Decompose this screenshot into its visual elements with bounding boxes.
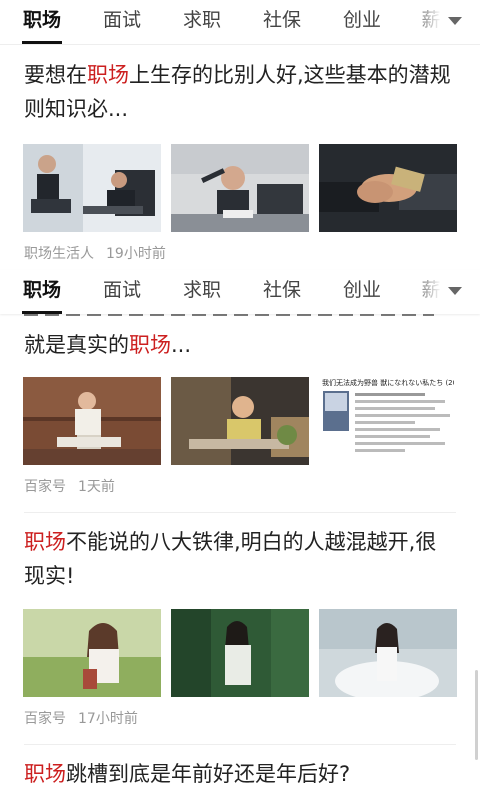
title-text: ... [171, 333, 192, 357]
title-highlight: 职场 [129, 333, 171, 357]
time-label: 1天前 [78, 479, 115, 495]
title-highlight: 职场 [87, 63, 129, 87]
drama-info-screenshot[interactable]: 我们无法成为野兽 獣になれない私たち (2018 [319, 377, 457, 465]
time-label: 19小时前 [106, 246, 166, 262]
tab-fade [410, 270, 480, 312]
title-text: 跳槽到底是年前好还是年后好? [66, 762, 351, 786]
title-text: 要想在 [24, 63, 87, 87]
tab-workplace[interactable]: 职场 [22, 270, 62, 314]
title-text: 不能说的八大铁律,明白的人越混越开,很现实! [24, 530, 437, 588]
chevron-down-icon[interactable] [448, 287, 462, 295]
title-text: 就是真实的 [24, 333, 129, 357]
article-meta: 百家号 17小时前 [24, 708, 138, 728]
tab-interview[interactable]: 面试 [102, 0, 142, 42]
tab-workplace[interactable]: 职场 [22, 0, 62, 44]
tab-startup[interactable]: 创业 [342, 0, 382, 42]
woman-field-photo[interactable] [23, 609, 161, 697]
divider [24, 512, 456, 513]
drama-caption: 我们无法成为野兽 獣になれない私たち (2018 [322, 379, 454, 387]
tab-job-hunting[interactable]: 求职 [182, 0, 222, 42]
title-highlight: 职场 [24, 762, 66, 786]
article-title[interactable]: 就是真实的职场... [24, 328, 456, 362]
tab-startup[interactable]: 创业 [342, 270, 382, 312]
article-title[interactable]: 要想在职场上生存的比别人好,这些基本的潜规则知识必... [24, 58, 456, 126]
angry-boss-photo[interactable] [171, 144, 309, 232]
article-title[interactable]: 职场不能说的八大铁律,明白的人越混越开,很现实! [24, 525, 456, 593]
article-meta: 职场生活人 19小时前 [24, 243, 166, 263]
sticky-tab-bar: 职场 面试 求职 社保 创业 薪 [0, 270, 480, 314]
handshake-money-photo[interactable] [319, 144, 457, 232]
scrollbar[interactable] [475, 670, 478, 760]
time-label: 17小时前 [78, 711, 138, 727]
tab-job-hunting[interactable]: 求职 [182, 270, 222, 312]
tab-interview[interactable]: 面试 [102, 270, 142, 312]
source-label: 百家号 [24, 711, 66, 727]
chevron-down-icon[interactable] [448, 17, 462, 25]
source-label: 职场生活人 [24, 246, 94, 262]
tab-social-security[interactable]: 社保 [262, 270, 302, 312]
tab-social-security[interactable]: 社保 [262, 0, 302, 42]
source-label: 百家号 [24, 479, 66, 495]
category-tab-bar: 职场 面试 求职 社保 创业 薪 [0, 0, 480, 45]
article-title[interactable]: 职场跳槽到底是年前好还是年后好? [24, 757, 456, 791]
woman-white-dress-photo[interactable] [319, 609, 457, 697]
tab-fade [410, 0, 480, 42]
article-meta: 百家号 1天前 [24, 476, 115, 496]
office-meeting-photo[interactable] [23, 144, 161, 232]
woman-office-photo[interactable] [23, 377, 161, 465]
woman-desk-photo[interactable] [171, 377, 309, 465]
title-highlight: 职场 [24, 530, 66, 554]
divider [24, 744, 456, 745]
woman-forest-photo[interactable] [171, 609, 309, 697]
